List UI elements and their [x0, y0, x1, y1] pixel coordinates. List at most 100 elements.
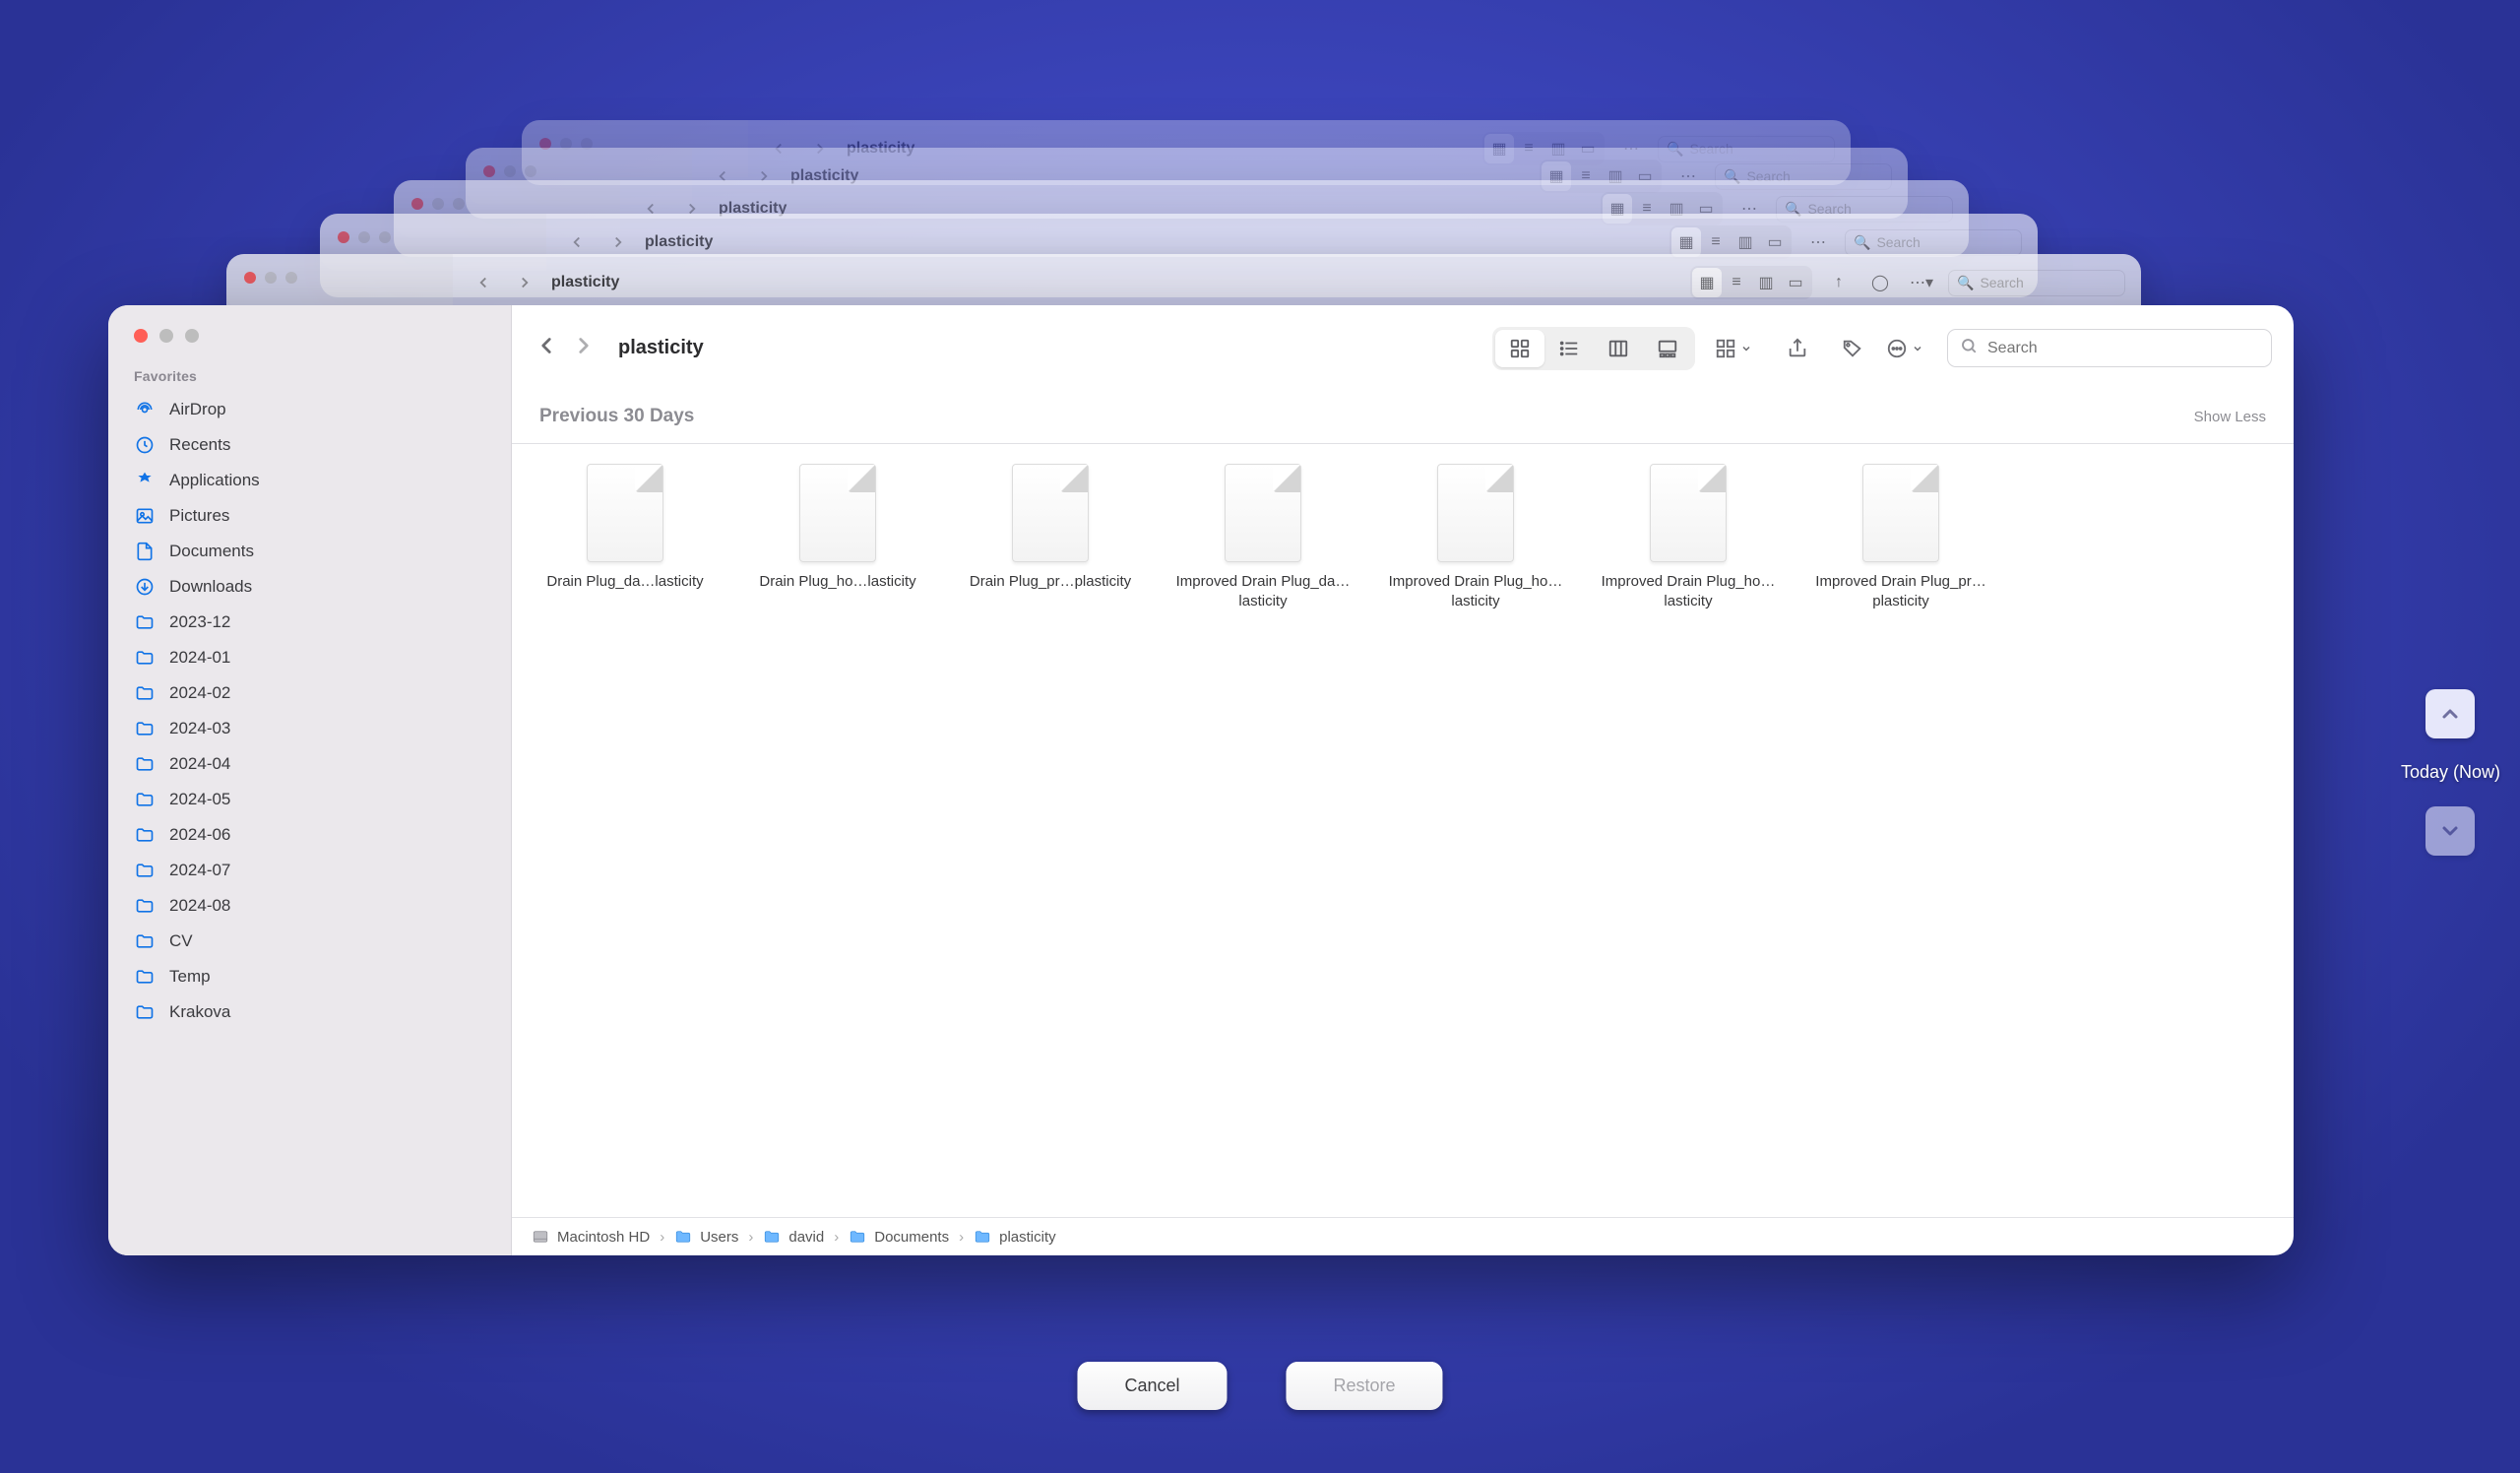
sidebar-item-2024-02[interactable]: 2024-02 — [108, 675, 511, 711]
sidebar-item-2024-06[interactable]: 2024-06 — [108, 817, 511, 853]
sidebar-item-2024-05[interactable]: 2024-05 — [108, 782, 511, 817]
sidebar: Favorites AirDropRecentsApplicationsPict… — [108, 305, 512, 1255]
back-button[interactable] — [534, 333, 559, 363]
sidebar-item-2023-12[interactable]: 2023-12 — [108, 605, 511, 640]
sidebar-item-airdrop[interactable]: AirDrop — [108, 392, 511, 427]
document-icon — [799, 464, 876, 562]
view-list-button[interactable] — [1544, 330, 1594, 367]
group-by-button[interactable] — [1715, 338, 1752, 359]
clock-icon — [134, 434, 156, 456]
file-item[interactable]: Drain Plug_pr…plasticity — [959, 464, 1142, 612]
sidebar-item-applications[interactable]: Applications — [108, 463, 511, 498]
path-segment[interactable]: Documents — [849, 1228, 949, 1246]
folder-icon — [134, 895, 156, 917]
folder-icon — [134, 1001, 156, 1023]
file-name: Improved Drain Plug_pr…plasticity — [1812, 572, 1989, 612]
document-icon — [587, 464, 663, 562]
folder-icon — [134, 966, 156, 988]
view-mode-group — [1492, 327, 1695, 370]
file-item[interactable]: Drain Plug_da…lasticity — [534, 464, 717, 612]
fullscreen-window-button[interactable] — [185, 329, 199, 343]
file-name: Improved Drain Plug_da…lasticity — [1174, 572, 1352, 612]
apps-icon — [134, 470, 156, 491]
search-box[interactable] — [1947, 329, 2272, 367]
file-name: Improved Drain Plug_ho…lasticity — [1600, 572, 1777, 612]
forward-button[interactable] — [571, 333, 597, 363]
sidebar-item-cv[interactable]: CV — [108, 924, 511, 959]
document-icon — [1650, 464, 1727, 562]
toolbar: plasticity — [512, 305, 2294, 392]
path-label: Users — [700, 1229, 738, 1246]
file-item[interactable]: Improved Drain Plug_pr…plasticity — [1809, 464, 1992, 612]
section-title: Previous 30 Days — [539, 406, 694, 427]
file-name: Drain Plug_da…lasticity — [546, 572, 703, 592]
picture-icon — [134, 505, 156, 527]
chevron-right-icon: › — [959, 1229, 964, 1246]
timemachine-prev-button[interactable] — [2426, 689, 2475, 738]
path-segment[interactable]: plasticity — [974, 1228, 1056, 1246]
window-controls — [108, 305, 511, 362]
sidebar-item-2024-07[interactable]: 2024-07 — [108, 853, 511, 888]
file-item[interactable]: Improved Drain Plug_da…lasticity — [1171, 464, 1354, 612]
sidebar-item-label: 2023-12 — [169, 612, 230, 632]
folder-icon — [134, 930, 156, 952]
folder-icon — [134, 753, 156, 775]
sidebar-item-temp[interactable]: Temp — [108, 959, 511, 994]
sidebar-item-label: Documents — [169, 542, 254, 561]
folder-icon — [134, 718, 156, 739]
doc-icon — [134, 541, 156, 562]
sidebar-item-label: Recents — [169, 435, 230, 455]
folder-title: plasticity — [618, 337, 704, 359]
document-icon — [1862, 464, 1939, 562]
path-segment[interactable]: david — [763, 1228, 824, 1246]
path-segment[interactable]: Macintosh HD — [532, 1228, 650, 1246]
sidebar-item-documents[interactable]: Documents — [108, 534, 511, 569]
show-less-button[interactable]: Show Less — [2194, 409, 2266, 425]
close-window-button[interactable] — [134, 329, 148, 343]
sidebar-item-label: 2024-06 — [169, 825, 230, 845]
document-icon — [1437, 464, 1514, 562]
bottom-buttons: Cancel Restore — [1077, 1362, 1442, 1410]
sidebar-item-krakova[interactable]: Krakova — [108, 994, 511, 1030]
sidebar-item-2024-01[interactable]: 2024-01 — [108, 640, 511, 675]
sidebar-item-recents[interactable]: Recents — [108, 427, 511, 463]
restore-button[interactable]: Restore — [1287, 1362, 1443, 1410]
sidebar-item-2024-08[interactable]: 2024-08 — [108, 888, 511, 924]
chevron-right-icon: › — [660, 1229, 664, 1246]
chevron-right-icon: › — [834, 1229, 839, 1246]
sidebar-item-label: AirDrop — [169, 400, 226, 419]
sidebar-nav: AirDrop Recents ApplicationsPictures Docume… — [108, 392, 511, 1255]
file-item[interactable]: Improved Drain Plug_ho…lasticity — [1384, 464, 1567, 612]
section-header: Previous 30 Days Show Less — [512, 392, 2294, 443]
file-name: Improved Drain Plug_ho…lasticity — [1387, 572, 1564, 612]
view-gallery-button[interactable] — [1643, 330, 1692, 367]
chevron-right-icon: › — [748, 1229, 753, 1246]
sidebar-item-label: 2024-02 — [169, 683, 230, 703]
cancel-button[interactable]: Cancel — [1077, 1362, 1227, 1410]
folder-icon — [134, 611, 156, 633]
minimize-window-button[interactable] — [159, 329, 173, 343]
view-columns-button[interactable] — [1594, 330, 1643, 367]
sidebar-item-downloads[interactable]: Downloads — [108, 569, 511, 605]
more-actions-button[interactable] — [1886, 338, 1923, 359]
file-item[interactable]: Improved Drain Plug_ho…lasticity — [1597, 464, 1780, 612]
path-segment[interactable]: Users — [674, 1228, 738, 1246]
search-input[interactable] — [1987, 340, 2259, 357]
sidebar-item-label: CV — [169, 931, 193, 951]
folder-icon — [134, 860, 156, 881]
timemachine-next-button[interactable] — [2426, 806, 2475, 856]
tags-button[interactable] — [1831, 330, 1874, 367]
file-item[interactable]: Drain Plug_ho…lasticity — [746, 464, 929, 612]
folder-icon — [134, 824, 156, 846]
sidebar-item-pictures[interactable]: Pictures — [108, 498, 511, 534]
sidebar-fade — [108, 1228, 511, 1255]
file-name: Drain Plug_ho…lasticity — [759, 572, 915, 592]
sidebar-item-2024-04[interactable]: 2024-04 — [108, 746, 511, 782]
sidebar-item-2024-03[interactable]: 2024-03 — [108, 711, 511, 746]
share-button[interactable] — [1776, 330, 1819, 367]
path-label: plasticity — [999, 1229, 1056, 1246]
path-label: david — [788, 1229, 824, 1246]
view-icons-button[interactable] — [1495, 330, 1544, 367]
main-content: plasticity — [512, 305, 2294, 1255]
download-icon — [134, 576, 156, 598]
